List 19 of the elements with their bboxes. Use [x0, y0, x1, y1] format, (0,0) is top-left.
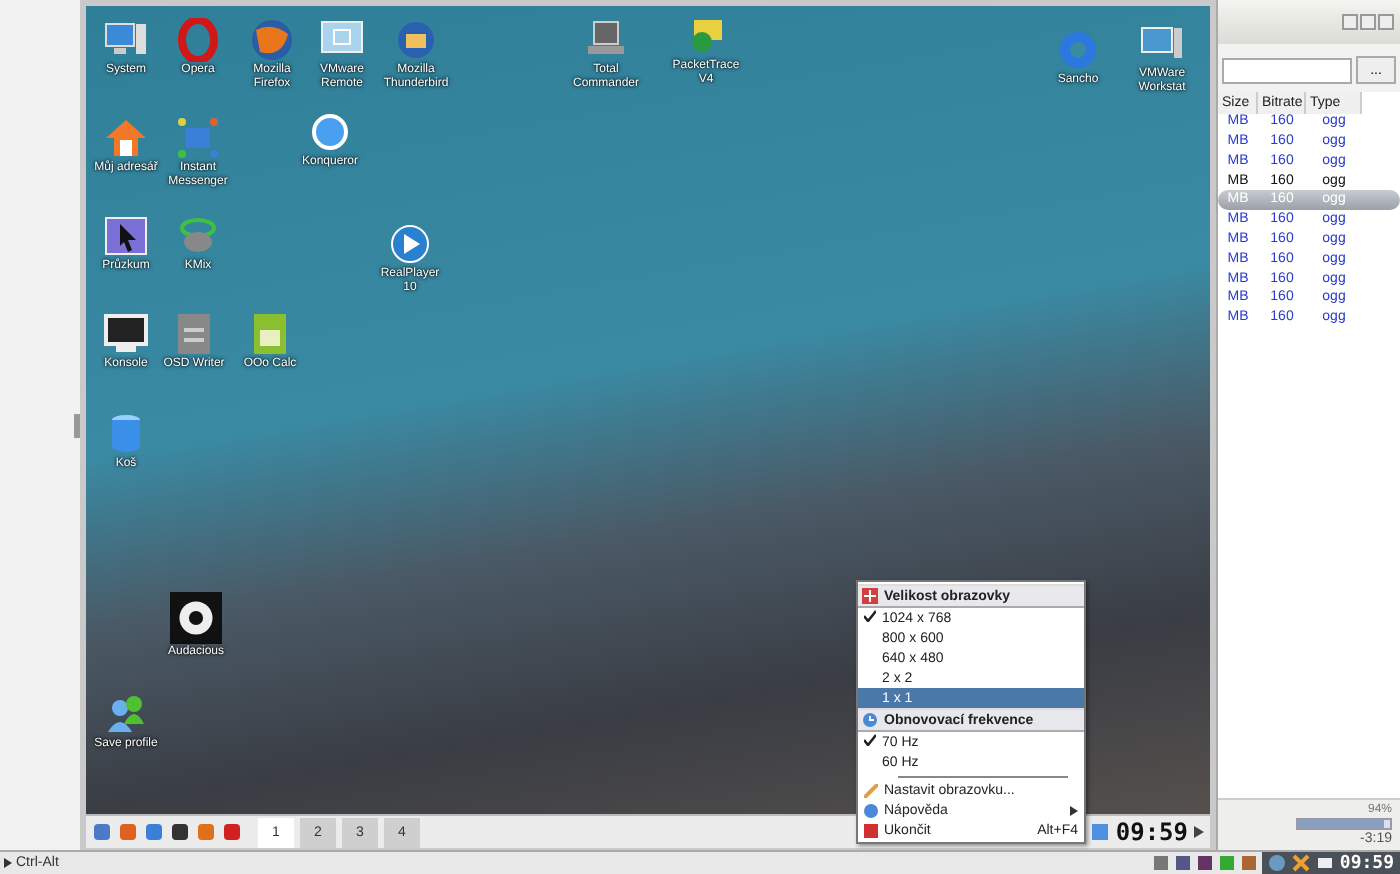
clock-icon	[862, 712, 878, 728]
clock: 09:59	[1339, 853, 1394, 873]
terminal-icon	[104, 312, 148, 356]
arrow-icon	[4, 858, 12, 868]
input-field[interactable]	[1222, 57, 1352, 83]
minimize-button[interactable]	[1342, 14, 1358, 30]
grip-icon[interactable]	[74, 413, 80, 437]
maximize-button[interactable]	[1360, 14, 1376, 30]
spreadsheet-icon	[248, 312, 292, 356]
cross-icon[interactable]	[1291, 854, 1310, 872]
cursor-icon	[104, 214, 148, 258]
volume-slider[interactable]	[1296, 818, 1392, 830]
close-button[interactable]	[1378, 14, 1394, 30]
document-icon	[172, 312, 216, 356]
clock: 09:59	[1115, 818, 1188, 846]
users-icon	[104, 692, 148, 736]
submenu-arrow-icon	[1070, 805, 1078, 815]
play-button-icon	[388, 222, 432, 266]
arrow-icon[interactable]	[1194, 826, 1204, 838]
